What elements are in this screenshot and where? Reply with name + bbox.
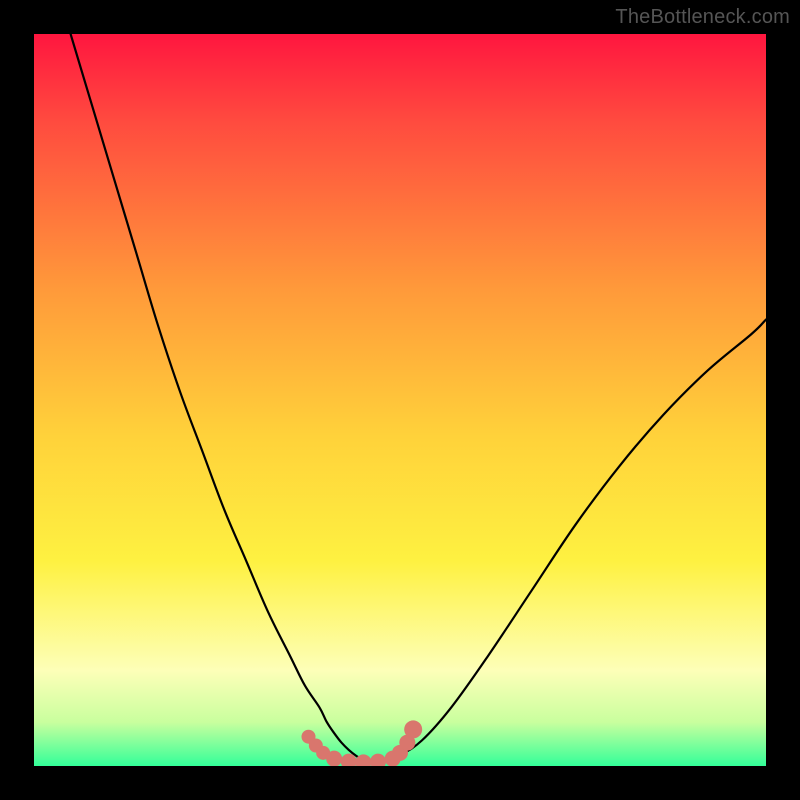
bottleneck-curve — [71, 34, 766, 762]
plot-area — [34, 34, 766, 766]
highlight-marker — [326, 751, 342, 766]
highlight-markers — [302, 720, 423, 766]
curve-layer — [34, 34, 766, 766]
highlight-marker — [404, 720, 422, 738]
highlight-marker — [370, 754, 386, 766]
watermark-text: TheBottleneck.com — [615, 6, 790, 29]
chart-frame: TheBottleneck.com — [0, 0, 800, 800]
